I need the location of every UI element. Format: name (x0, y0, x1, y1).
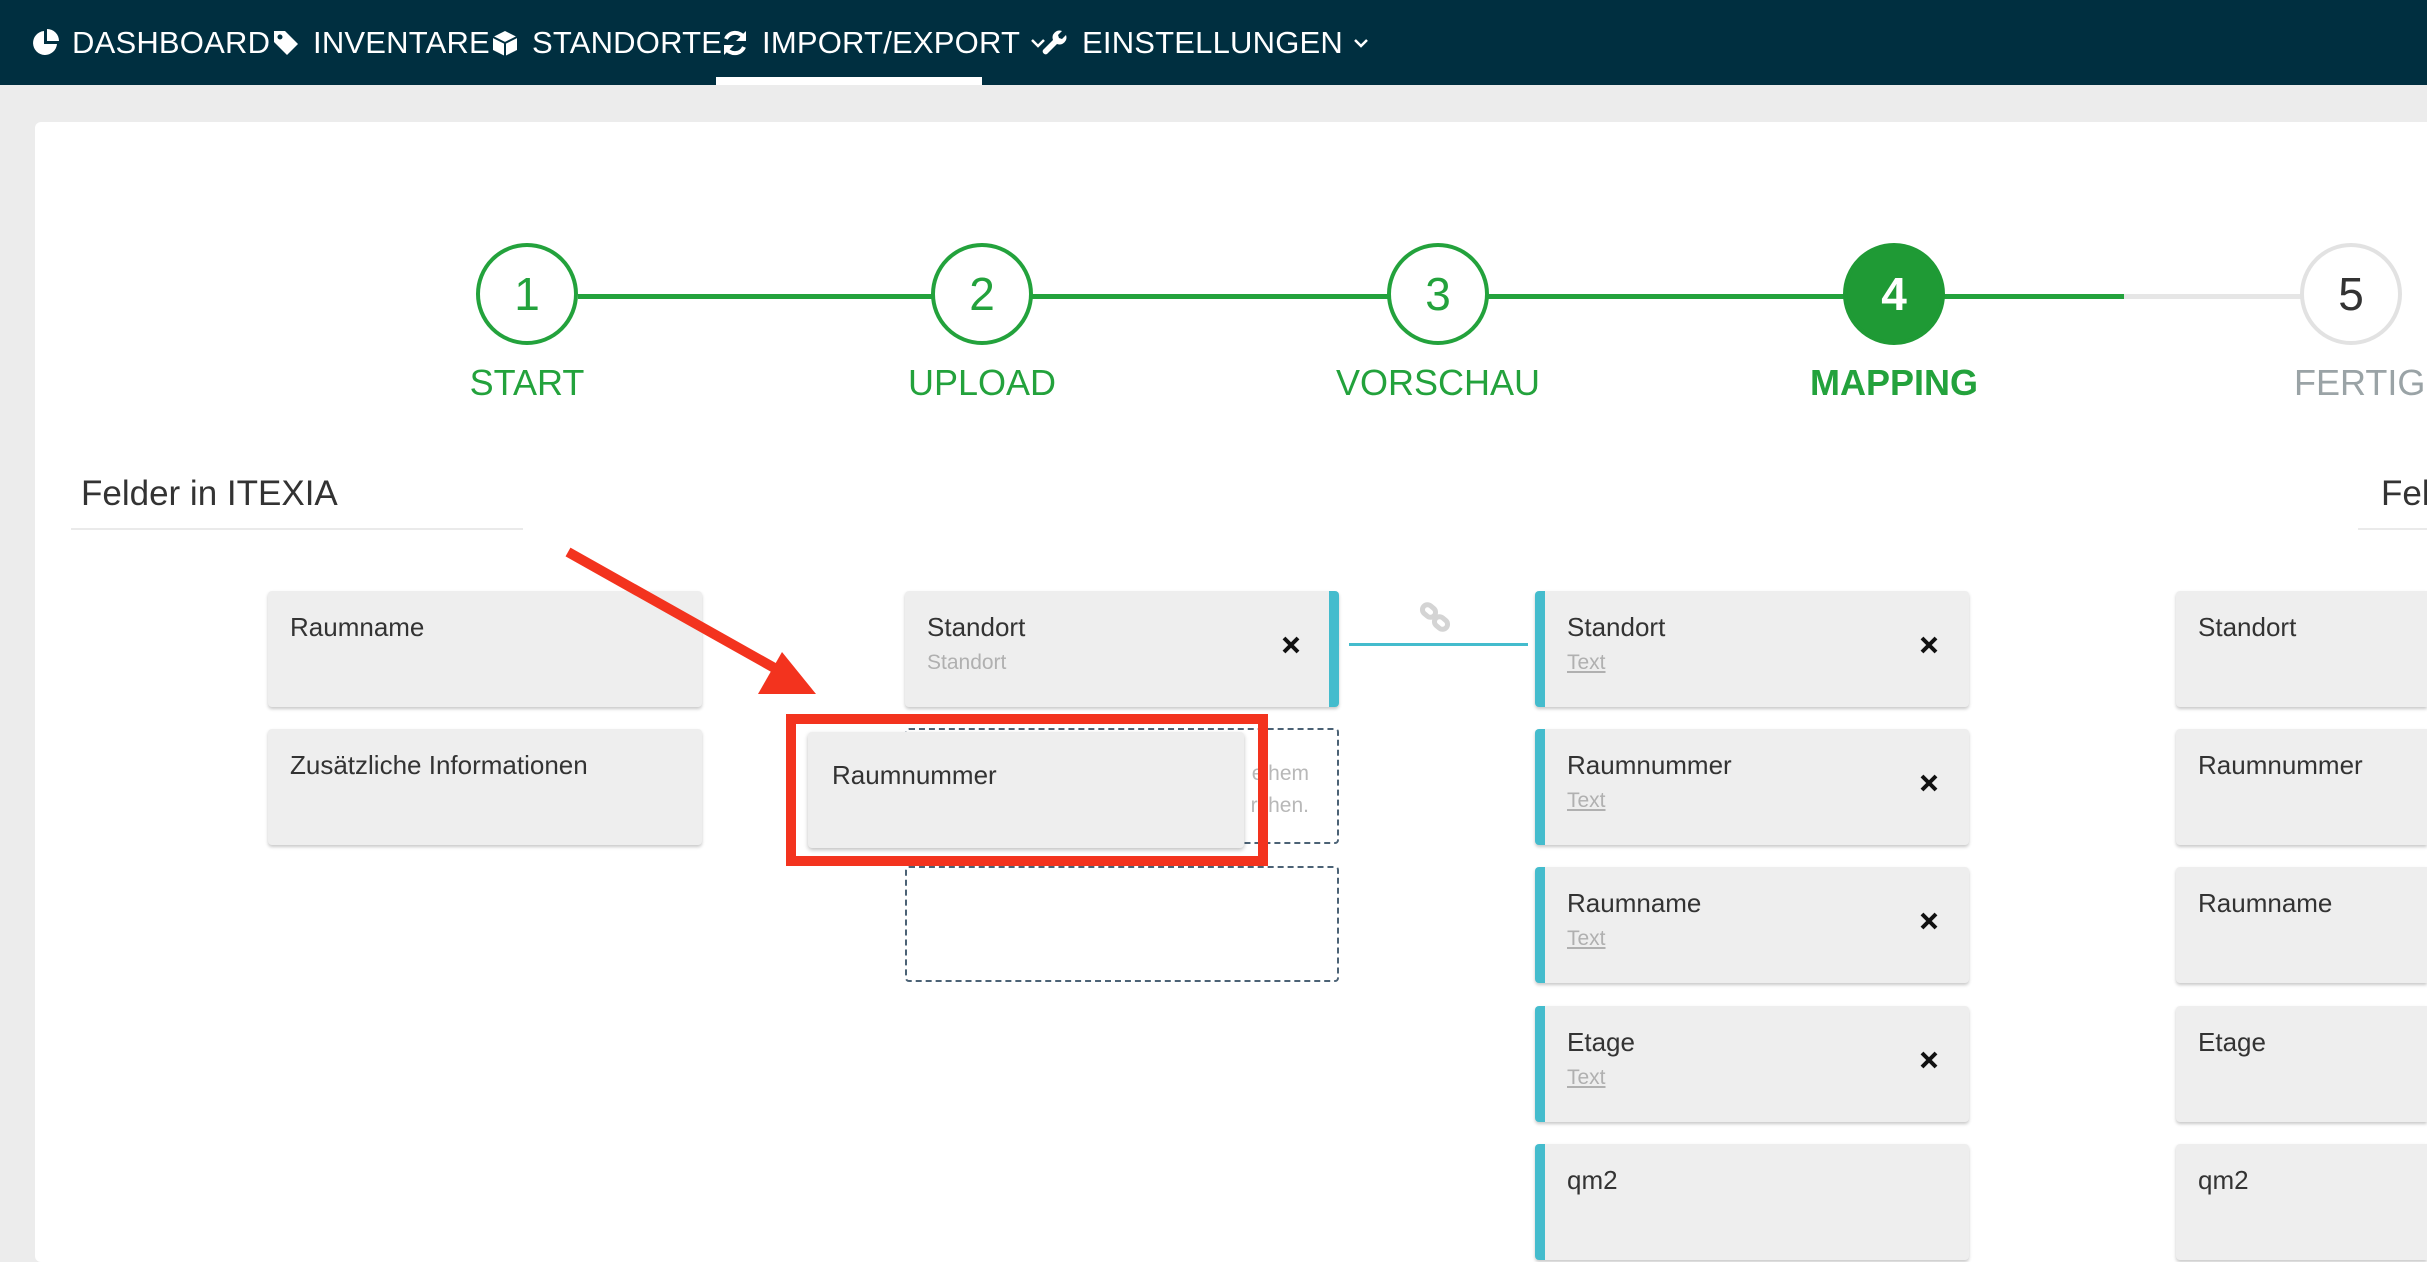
unmapped-field-zusaetzliche-informationen[interactable]: Zusätzliche Informationen (268, 729, 702, 845)
field-type[interactable]: Text (1567, 927, 1947, 951)
chevron-down-icon (1353, 35, 1369, 51)
nav-einstellungen-label: EINSTELLUNGEN (1082, 24, 1343, 60)
pie-chart-icon (30, 28, 60, 58)
stepper-remaining-line (2124, 294, 2304, 299)
field-label: qm2 (1567, 1165, 1618, 1195)
file-field-etage[interactable]: Etage Text (1535, 1006, 1969, 1122)
nav-inventare[interactable]: INVENTARE (271, 0, 490, 85)
field-label: Raumname (2198, 888, 2333, 918)
close-icon[interactable] (1919, 1046, 1939, 1069)
tag-icon (271, 28, 301, 58)
section-title-itexia-fields: Felder in ITEXIA (81, 474, 338, 513)
close-icon[interactable] (1919, 631, 1939, 654)
field-label: Etage (2198, 1027, 2266, 1057)
step-2-label: UPLOAD (907, 362, 1057, 403)
step-5-number: 5 (2338, 268, 2364, 320)
field-label: Zusätzliche Informationen (290, 750, 588, 780)
highlight-box (786, 714, 1268, 866)
step-1-circle[interactable]: 1 (476, 243, 578, 345)
step-5-label: FERTIG (2294, 362, 2426, 403)
step-5-circle[interactable]: 5 (2300, 243, 2402, 345)
step-4-label: MAPPING (1809, 362, 1978, 403)
nav-standorte[interactable]: STANDORTE (490, 0, 722, 85)
field-label: Standort (2198, 612, 2297, 642)
step-2-circle[interactable]: 2 (931, 243, 1033, 345)
link-icon[interactable] (1419, 601, 1451, 633)
close-icon[interactable] (1919, 769, 1939, 792)
source-field-raumname[interactable]: Raumname (2176, 867, 2427, 983)
file-field-raumname[interactable]: Raumname Text (1535, 867, 1969, 983)
file-field-standort[interactable]: Standort Text (1535, 591, 1969, 707)
field-label: Standort (927, 612, 1026, 642)
unmapped-field-raumname[interactable]: Raumname (268, 591, 702, 707)
step-1-number: 1 (514, 268, 540, 320)
nav-dashboard[interactable]: DASHBOARD (30, 0, 270, 85)
section-divider (2358, 528, 2427, 530)
nav-import-export-label: IMPORT/EXPORT (762, 24, 1021, 60)
field-label: Standort (1567, 612, 1666, 642)
drop-zone[interactable] (905, 866, 1339, 982)
active-tab-indicator (716, 77, 982, 85)
source-field-etage[interactable]: Etage (2176, 1006, 2427, 1122)
field-type[interactable]: Text (1567, 789, 1947, 813)
field-label: Etage (1567, 1027, 1635, 1057)
close-icon[interactable] (1919, 907, 1939, 930)
step-3-label: VORSCHAU (1335, 362, 1541, 403)
step-3-circle[interactable]: 3 (1387, 243, 1489, 345)
mapping-connector (1349, 643, 1528, 646)
mapped-field-standort[interactable]: Standort Standort (905, 591, 1339, 707)
section-title-file-fields: Fel (2381, 474, 2427, 513)
nav-inventare-label: INVENTARE (313, 24, 490, 60)
step-4-circle[interactable]: 4 (1843, 243, 1945, 345)
source-field-qm2[interactable]: qm2 (2176, 1144, 2427, 1260)
nav-dashboard-label: DASHBOARD (72, 24, 271, 60)
field-label: Raumname (1567, 888, 1702, 918)
top-navigation: DASHBOARD INVENTARE STANDORTE IMPORT/EXP… (0, 0, 2427, 85)
file-field-qm2[interactable]: qm2 (1535, 1144, 1969, 1260)
field-label: Raumnummer (1567, 750, 1732, 780)
step-1-label: START (469, 362, 585, 403)
source-field-standort[interactable]: Standort (2176, 591, 2427, 707)
field-label: Raumnummer (2198, 750, 2363, 780)
section-divider (71, 528, 523, 530)
nav-import-export[interactable]: IMPORT/EXPORT (720, 0, 1046, 85)
field-type: Standort (927, 651, 1007, 674)
cube-icon (490, 28, 520, 58)
nav-standorte-label: STANDORTE (532, 24, 723, 60)
field-label: qm2 (2198, 1165, 2249, 1195)
step-2-number: 2 (969, 268, 995, 320)
nav-einstellungen[interactable]: EINSTELLUNGEN (1040, 0, 1369, 85)
field-type[interactable]: Text (1567, 651, 1947, 675)
field-label: Raumname (290, 612, 425, 642)
field-type[interactable]: Text (1567, 1066, 1947, 1090)
wrench-icon (1040, 28, 1070, 58)
file-field-raumnummer[interactable]: Raumnummer Text (1535, 729, 1969, 845)
step-4-number: 4 (1881, 268, 1907, 320)
refresh-icon (720, 28, 750, 58)
step-3-number: 3 (1425, 268, 1451, 320)
source-field-raumnummer[interactable]: Raumnummer (2176, 729, 2427, 845)
close-icon[interactable] (1281, 631, 1301, 654)
